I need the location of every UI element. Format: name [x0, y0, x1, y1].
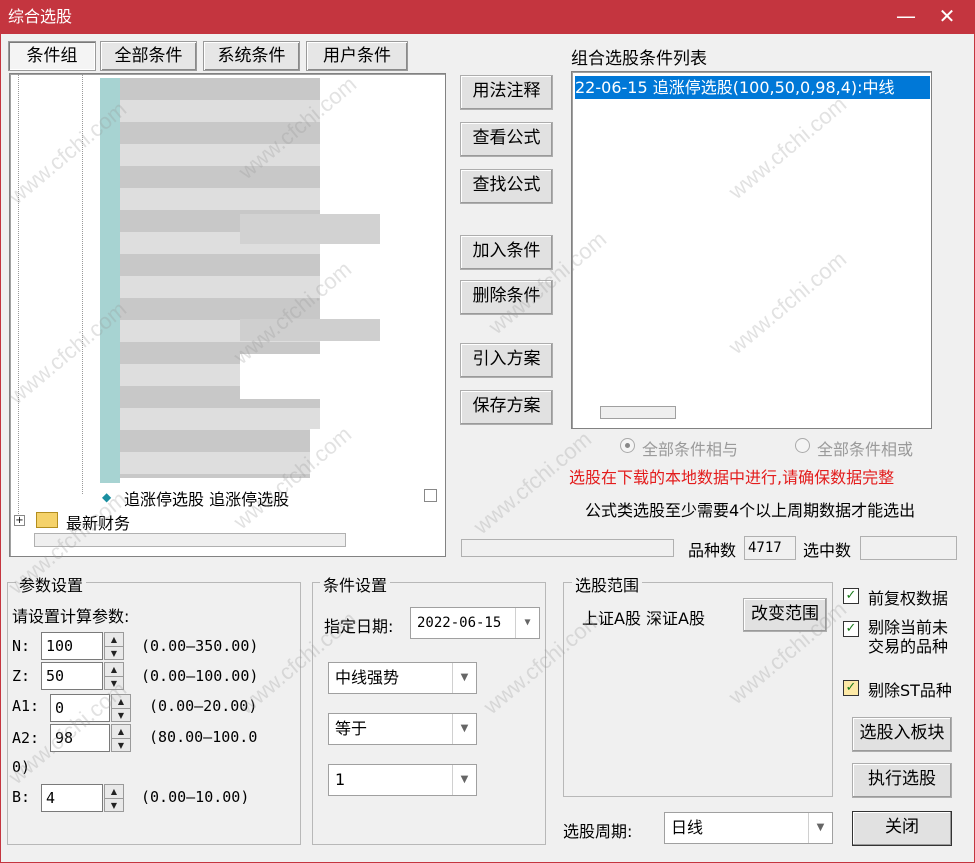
date-value: 2022-06-15	[417, 615, 502, 631]
param-n-input[interactable]: 100	[41, 632, 103, 660]
exclude-untraded-checkbox[interactable]: ✓	[843, 621, 859, 637]
tab-system-conditions[interactable]: 系统条件	[203, 41, 300, 71]
chevron-down-icon[interactable]: ▼	[452, 663, 476, 693]
find-formula-button[interactable]: 查找公式	[460, 169, 553, 204]
radio-and-label: 全部条件相与	[642, 440, 739, 459]
minimize-button[interactable]: —	[893, 0, 919, 34]
pixelated-tree-items	[240, 319, 380, 341]
close-button[interactable]: 关闭	[852, 811, 952, 846]
tree-item-selected[interactable]: 追涨停选股 追涨停选股	[124, 486, 289, 510]
tree-line	[82, 74, 83, 494]
pixelated-tree-items	[120, 78, 320, 478]
condition-list-item[interactable]: 22-06-15 追涨停选股(100,50,0,98,4):中线	[575, 76, 930, 99]
operator-value: 等于	[335, 719, 368, 738]
param-a1-label: A1:	[12, 697, 40, 715]
param-a1-input[interactable]: 0	[50, 694, 110, 722]
exclude-st-checkbox[interactable]: ✓	[843, 680, 859, 696]
selected-count-label: 选中数	[803, 541, 852, 560]
period-value: 日线	[671, 818, 704, 837]
param-z-input[interactable]: 50	[41, 662, 103, 690]
indicator-value: 中线强势	[335, 668, 400, 687]
delete-condition-button[interactable]: 删除条件	[460, 280, 553, 315]
chevron-down-icon[interactable]: ▼	[515, 608, 539, 638]
add-condition-button[interactable]: 加入条件	[460, 235, 553, 270]
chevron-down-icon[interactable]: ▼	[452, 765, 476, 795]
total-count-value: 4717	[744, 536, 796, 560]
param-n-label: N:	[12, 637, 31, 655]
formula-icon: ◆	[102, 490, 112, 504]
param-b-stepper[interactable]: ▲ ▼	[104, 784, 124, 812]
date-label: 指定日期:	[324, 617, 394, 636]
condition-settings-legend: 条件设置	[320, 572, 391, 596]
period-select[interactable]: 日线 ▼	[664, 812, 833, 844]
pixelated-blank	[240, 354, 320, 399]
param-a1-stepper[interactable]: ▲ ▼	[111, 694, 131, 722]
pixelated-tree-items	[240, 214, 380, 244]
usage-notes-button[interactable]: 用法注释	[460, 75, 553, 110]
params-prompt: 请设置计算参数:	[12, 607, 130, 626]
param-z-range: (0.00—100.00)	[141, 667, 259, 685]
period-note: 公式类选股至少需要4个以上周期数据才能选出	[585, 501, 916, 520]
tab-all-conditions[interactable]: 全部条件	[100, 41, 197, 71]
tab-user-conditions[interactable]: 用户条件	[306, 41, 408, 71]
condition-list[interactable]: 22-06-15 追涨停选股(100,50,0,98,4):中线	[571, 71, 932, 429]
tree-checkbox[interactable]	[424, 489, 437, 502]
param-a2-stepper[interactable]: ▲ ▼	[111, 724, 131, 752]
run-screen-button[interactable]: 执行选股	[852, 763, 952, 798]
param-n-range: (0.00—350.00)	[141, 637, 259, 655]
param-b-input[interactable]: 4	[41, 784, 103, 812]
data-warning: 选股在下载的本地数据中进行,请确保数据完整	[569, 468, 895, 487]
save-plan-button[interactable]: 保存方案	[460, 390, 553, 425]
param-a2-label: A2:	[12, 729, 40, 747]
operator-select[interactable]: 等于 ▼	[328, 713, 477, 745]
indicator-select[interactable]: 中线强势 ▼	[328, 662, 477, 694]
window-title: 综合选股	[8, 7, 73, 26]
radio-or-label: 全部条件相或	[817, 440, 914, 459]
close-window-button[interactable]: ✕	[934, 0, 960, 34]
tab-condition-group[interactable]: 条件组	[8, 41, 96, 71]
param-z-label: Z:	[12, 667, 31, 685]
change-scope-button[interactable]: 改变范围	[743, 598, 827, 632]
exclude-untraded-label: 剔除当前未交易的品种	[868, 618, 949, 656]
list-horizontal-scrollbar[interactable]	[600, 406, 676, 419]
param-a2-range-wrap: 0)	[12, 758, 31, 776]
progress-bar	[461, 539, 674, 557]
radio-or[interactable]	[795, 438, 810, 453]
total-count-label: 品种数	[688, 541, 737, 560]
pixelated-blank	[310, 429, 400, 489]
tree-line	[18, 74, 19, 514]
forward-adjust-checkbox[interactable]: ✓	[843, 588, 859, 604]
condition-tree[interactable]: ◆ 追涨停选股 追涨停选股 + 最新财务	[9, 73, 446, 557]
value-value: 1	[335, 770, 346, 789]
chevron-down-icon[interactable]: ▼	[808, 813, 832, 843]
condition-list-title: 组合选股条件列表	[571, 49, 707, 69]
params-legend: 参数设置	[16, 572, 87, 596]
expand-icon[interactable]: +	[14, 515, 25, 526]
selected-count-value	[860, 536, 957, 560]
exclude-st-label: 剔除ST品种	[868, 681, 952, 700]
chevron-down-icon[interactable]: ▼	[452, 714, 476, 744]
param-b-label: B:	[12, 788, 31, 806]
date-picker[interactable]: 2022-06-15 ▼	[410, 607, 540, 639]
param-b-range: (0.00—10.00)	[141, 788, 250, 806]
period-label: 选股周期:	[563, 822, 633, 841]
param-a2-range: (80.00—100.0	[149, 728, 258, 746]
window-titlebar: 综合选股	[0, 0, 975, 34]
tree-horizontal-scrollbar[interactable]	[34, 533, 346, 547]
pixelated-icons	[100, 78, 120, 483]
param-a2-input[interactable]: 98	[50, 724, 110, 752]
view-formula-button[interactable]: 查看公式	[460, 122, 553, 157]
import-plan-button[interactable]: 引入方案	[460, 343, 553, 378]
scope-legend: 选股范围	[572, 572, 643, 596]
value-select[interactable]: 1 ▼	[328, 764, 477, 796]
tree-item-folder[interactable]: 最新财务	[66, 510, 130, 534]
param-a1-range: (0.00—20.00)	[149, 697, 258, 715]
param-z-stepper[interactable]: ▲ ▼	[104, 662, 124, 690]
folder-icon	[36, 512, 58, 528]
scope-text: 上证A股 深证A股	[582, 609, 705, 628]
radio-and[interactable]	[620, 438, 635, 453]
forward-adjust-label: 前复权数据	[868, 589, 949, 608]
param-n-stepper[interactable]: ▲ ▼	[104, 632, 124, 660]
add-to-block-button[interactable]: 选股入板块	[852, 717, 952, 752]
